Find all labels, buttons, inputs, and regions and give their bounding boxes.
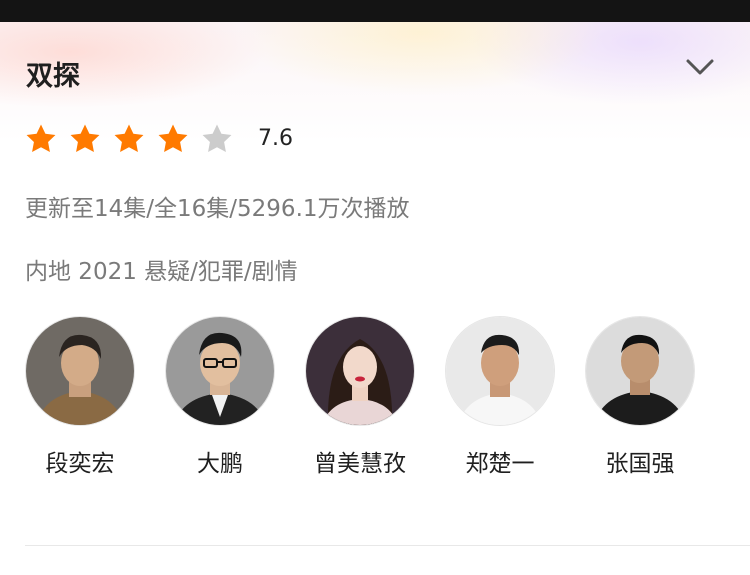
star-icon bbox=[70, 124, 100, 153]
cast-member[interactable]: 段奕宏 bbox=[25, 316, 135, 477]
avatar[interactable] bbox=[445, 316, 555, 426]
cast-member[interactable]: 郑楚一 bbox=[445, 316, 555, 477]
episodes-views-info: 更新至14集/全16集/5296.1万次播放 bbox=[25, 196, 410, 222]
star-icon bbox=[114, 124, 144, 153]
rating-stars bbox=[24, 122, 244, 156]
rating-score: 7.6 bbox=[258, 126, 293, 151]
cast-member[interactable]: 张国强 bbox=[585, 316, 695, 477]
avatar[interactable] bbox=[165, 316, 275, 426]
star-icon bbox=[202, 124, 232, 153]
cast-name[interactable]: 大鹏 bbox=[145, 444, 295, 478]
cast-member[interactable]: 大鹏 bbox=[165, 316, 275, 477]
divider bbox=[25, 545, 750, 546]
star-icon bbox=[26, 124, 56, 153]
cast-member[interactable]: 曾美慧孜 bbox=[305, 316, 415, 477]
avatar[interactable] bbox=[25, 316, 135, 426]
region-year-genres: 内地 2021 悬疑/犯罪/剧情 bbox=[25, 259, 298, 285]
cast-name[interactable]: 段奕宏 bbox=[5, 444, 155, 478]
cast-name[interactable]: 张国强 bbox=[565, 444, 715, 478]
cast-name[interactable]: 郑楚一 bbox=[425, 444, 575, 478]
avatar[interactable] bbox=[305, 316, 415, 426]
star-icon bbox=[158, 124, 188, 153]
show-title: 双探 bbox=[26, 61, 80, 92]
status-bar bbox=[0, 0, 750, 22]
cast-name[interactable]: 曾美慧孜 bbox=[285, 444, 435, 478]
avatar[interactable] bbox=[585, 316, 695, 426]
chevron-down-icon[interactable] bbox=[683, 54, 717, 80]
